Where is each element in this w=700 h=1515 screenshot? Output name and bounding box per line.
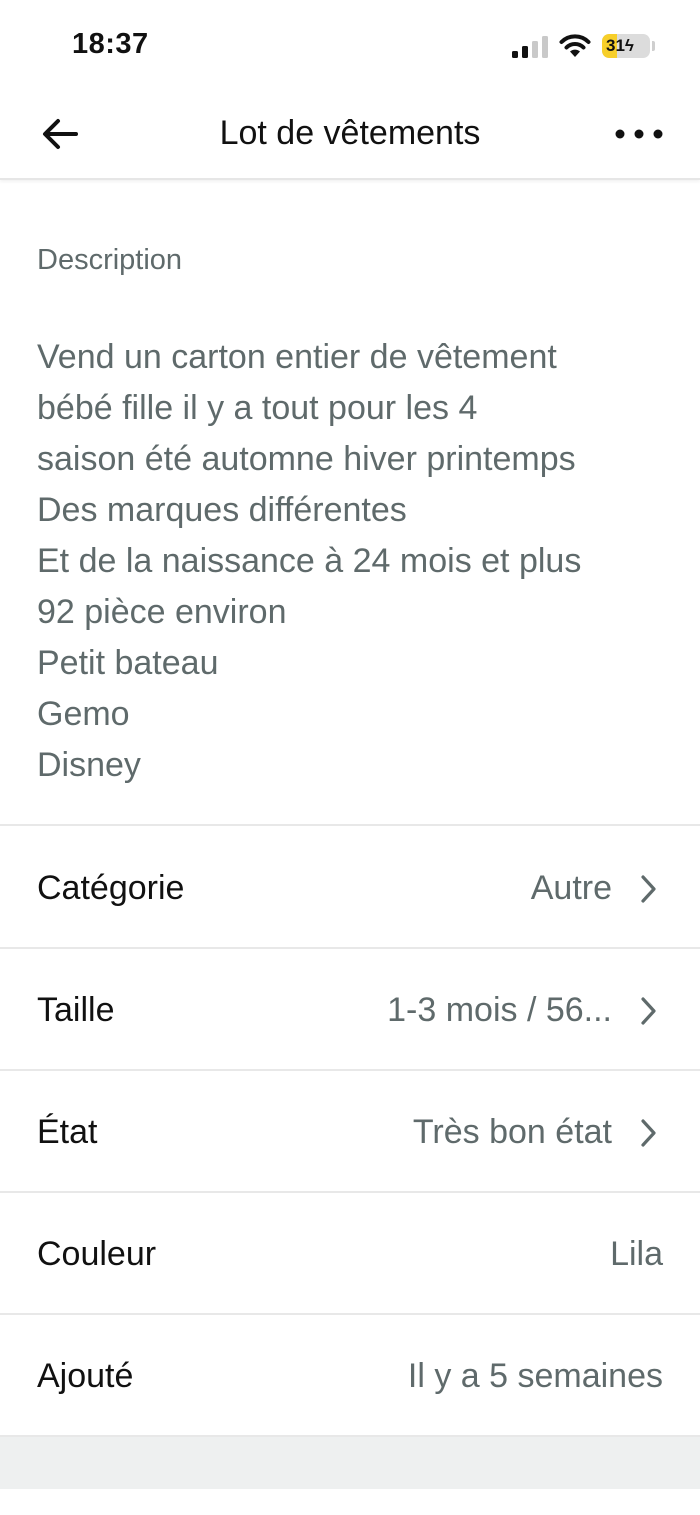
chevron-right-icon [641, 997, 656, 1025]
attribute-row-condition[interactable]: État Très bon état [0, 1071, 700, 1193]
description-text: Vend un carton entier de vêtement bébé f… [37, 332, 687, 791]
more-horizontal-icon [615, 129, 663, 139]
attribute-label: Ajouté [37, 1357, 134, 1395]
description-section: Description Vend un carton entier de vêt… [0, 182, 700, 826]
attribute-row-added: Ajouté Il y a 5 semaines [0, 1315, 700, 1437]
description-line: bébé fille il y a tout pour les 4 [37, 389, 478, 427]
nav-bar: Lot de vêtements [0, 90, 700, 180]
bolt-icon: ϟ [624, 36, 634, 55]
battery-cap [652, 41, 655, 51]
status-bar: 18:37 31ϟ [0, 0, 700, 90]
chevron-right-icon [641, 1119, 656, 1147]
attribute-value: Très bon état [412, 1113, 612, 1151]
item-details-screen: 18:37 31ϟ Lot de vêtements Description V… [0, 0, 700, 1515]
chevron-right-icon [641, 875, 656, 903]
description-line: Et de la naissance à 24 mois et plus [37, 542, 582, 580]
signal-icon [512, 36, 548, 58]
attribute-value: Il y a 5 semaines [407, 1357, 663, 1395]
arrow-left-icon [43, 119, 78, 149]
attribute-value: 1-3 mois / 56... [387, 991, 612, 1029]
description-line: Petit bateau [37, 644, 219, 682]
attribute-value: Autre [530, 869, 612, 907]
description-line: 92 pièce environ [37, 593, 287, 631]
attribute-label: Taille [37, 991, 115, 1029]
attributes-list: Catégorie Autre Taille 1-3 mois / 56... … [0, 827, 700, 1437]
attribute-label: Couleur [37, 1235, 157, 1273]
section-separator [0, 1437, 700, 1489]
description-line: Vend un carton entier de vêtement [37, 338, 557, 376]
more-options-button[interactable] [604, 106, 674, 162]
description-label: Description [37, 244, 183, 276]
battery-percent: 31 [606, 36, 625, 55]
attribute-row-size[interactable]: Taille 1-3 mois / 56... [0, 949, 700, 1071]
page-title: Lot de vêtements [219, 114, 481, 152]
description-line: Des marques différentes [37, 491, 407, 529]
attribute-label: Catégorie [37, 869, 185, 907]
attribute-row-category[interactable]: Catégorie Autre [0, 827, 700, 949]
description-line: Gemo [37, 695, 130, 733]
description-line: saison été automne hiver printemps [37, 440, 576, 478]
attribute-row-color: Couleur Lila [0, 1193, 700, 1315]
attribute-label: État [37, 1113, 98, 1151]
status-time: 18:37 [72, 28, 149, 60]
back-button[interactable] [30, 106, 90, 162]
description-line: Disney [37, 746, 141, 784]
battery-charging-icon: 31ϟ [602, 34, 650, 58]
attribute-value: Lila [610, 1235, 663, 1273]
wifi-icon [559, 34, 591, 57]
